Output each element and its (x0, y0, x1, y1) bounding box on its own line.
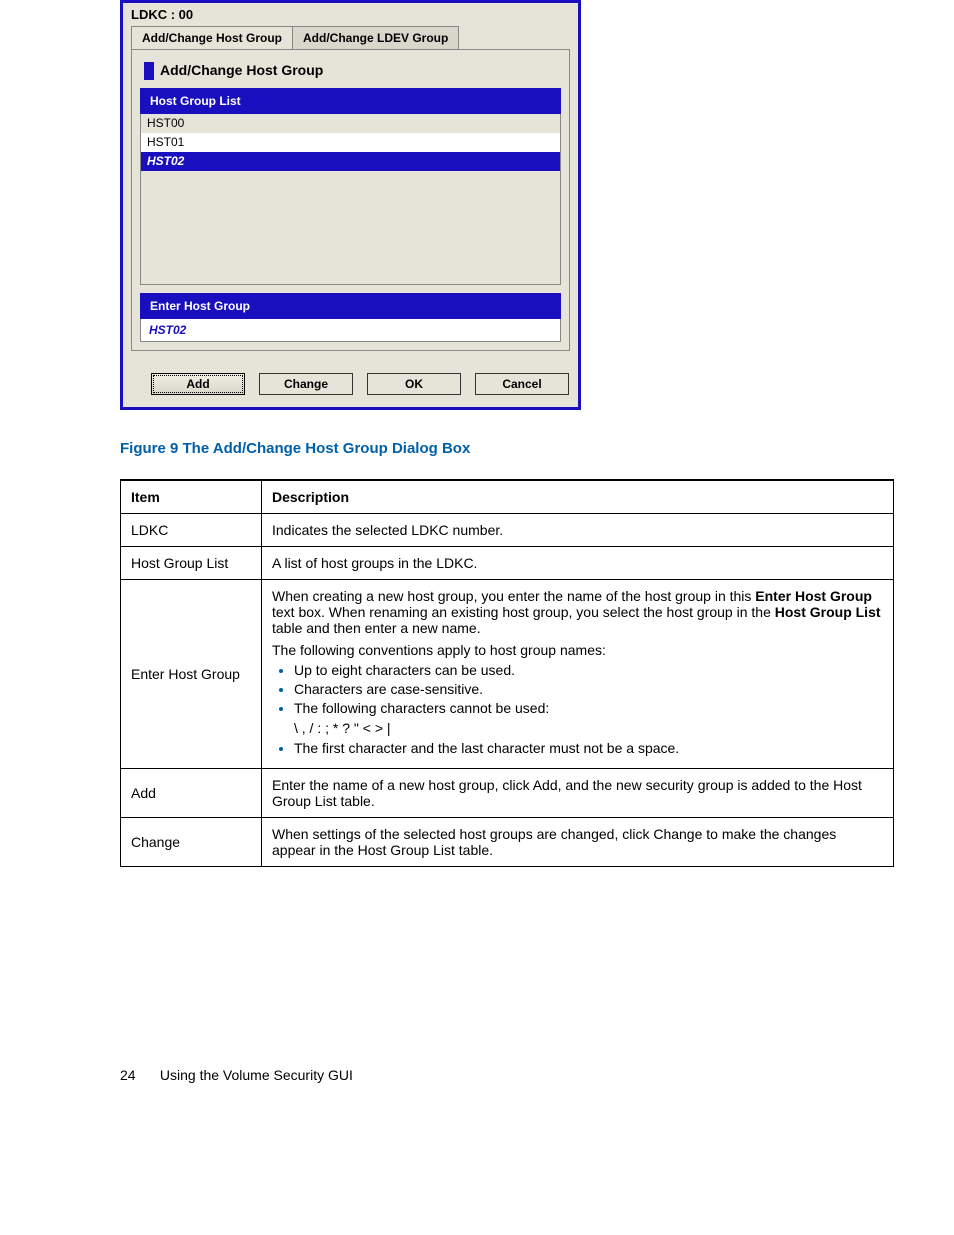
enter-host-group-header: Enter Host Group (140, 293, 561, 319)
dialog-title: LDKC : 00 (123, 3, 578, 26)
table-row-item: Change (121, 818, 262, 867)
tab-ldev-group[interactable]: Add/Change LDEV Group (292, 26, 459, 49)
list-item[interactable]: HST01 (141, 133, 560, 152)
page-number: 24 (120, 1067, 156, 1083)
host-group-list[interactable]: HST00 HST01 HST02 (140, 114, 561, 285)
list-item: Characters are case-sensitive. (294, 681, 883, 697)
table-row-desc: When creating a new host group, you ente… (262, 580, 894, 769)
add-button[interactable]: Add (151, 373, 245, 395)
list-item[interactable]: HST02 (141, 152, 560, 171)
description-table: Item Description LDKC Indicates the sele… (120, 479, 894, 867)
table-row-desc: Indicates the selected LDKC number. (262, 514, 894, 547)
tab-bar: Add/Change Host Group Add/Change LDEV Gr… (123, 26, 578, 49)
col-item: Item (121, 480, 262, 514)
host-group-list-header: Host Group List (140, 88, 561, 114)
list-item: Up to eight characters can be used. (294, 662, 883, 678)
table-row-item: Host Group List (121, 547, 262, 580)
conventions-list: Up to eight characters can be used. Char… (272, 662, 883, 716)
table-row-desc: When settings of the selected host group… (262, 818, 894, 867)
list-item: The following characters cannot be used: (294, 700, 883, 716)
table-row-item: Enter Host Group (121, 580, 262, 769)
conventions-list-2: The first character and the last charact… (272, 740, 883, 756)
accent-bar-icon (144, 62, 154, 80)
table-row-item: Add (121, 769, 262, 818)
dialog-box: LDKC : 00 Add/Change Host Group Add/Chan… (120, 0, 581, 410)
col-desc: Description (262, 480, 894, 514)
enter-host-group-input[interactable]: HST02 (140, 319, 561, 342)
table-row-item: LDKC (121, 514, 262, 547)
table-row-desc: Enter the name of a new host group, clic… (262, 769, 894, 818)
change-button[interactable]: Change (259, 373, 353, 395)
figure-caption: Figure 9 The Add/Change Host Group Dialo… (120, 440, 894, 457)
section-title: Add/Change Host Group (140, 58, 561, 88)
ok-button[interactable]: OK (367, 373, 461, 395)
tab-panel: Add/Change Host Group Host Group List HS… (131, 49, 570, 351)
tab-host-group[interactable]: Add/Change Host Group (131, 26, 293, 49)
cancel-button[interactable]: Cancel (475, 373, 569, 395)
list-item: The first character and the last charact… (294, 740, 883, 756)
forbidden-chars: \ , / : ; * ? " < > | (272, 720, 883, 736)
footer-title: Using the Volume Security GUI (160, 1067, 353, 1083)
section-title-text: Add/Change Host Group (160, 62, 323, 78)
page-footer: 24 Using the Volume Security GUI (120, 1067, 894, 1083)
table-row-desc: A list of host groups in the LDKC. (262, 547, 894, 580)
button-row: Add Change OK Cancel (123, 361, 578, 407)
list-item[interactable]: HST00 (141, 114, 560, 133)
